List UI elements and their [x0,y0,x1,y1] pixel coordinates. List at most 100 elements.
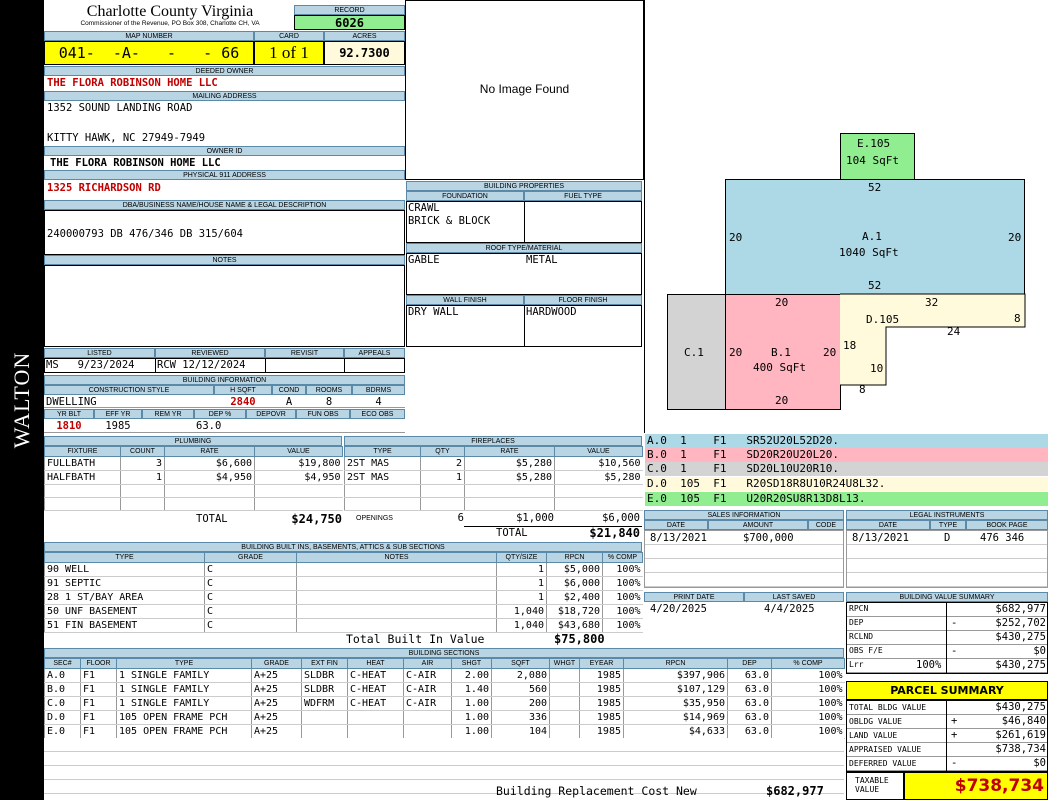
acres-value: 92.7300 [324,41,405,65]
cell: 3 [120,456,165,471]
sketch-label-e: E.105 [857,137,891,150]
cell: C-AIR [403,668,452,683]
vs-label: DEP [849,618,864,627]
cell: B.0 [44,682,81,697]
cell [301,710,348,725]
parcel-value: $46,840 [1001,715,1046,727]
col-header: FIXTURE [44,446,121,457]
cell: 63.0 [727,724,772,739]
last-saved: 4/4/2025 [764,603,815,615]
cond-value: A [285,396,293,408]
sketch-sqft-a: 1040 SqFt [839,246,899,259]
cell: C [204,590,297,605]
legal-bookpage-label: BOOK PAGE [966,520,1048,530]
cell: 1 SINGLE FAMILY [116,696,252,711]
legal-description-label: DBA/BUSINESS NAME/HOUSE NAME & LEGAL DES… [44,200,405,210]
sketch-sqft-b: 400 SqFt [753,361,806,374]
cell: 1,040 [496,604,547,619]
openings-value: $6,000 [602,512,640,524]
col-header: SEC# [44,658,81,669]
cell [549,710,580,725]
cond-label: COND [272,385,306,395]
cell: $6,600 [164,456,255,471]
sketch-dim: 18 [843,339,857,352]
table-row: 28 1 ST/BAY AREA C 1 $2,400 100% [44,590,643,605]
cell: C [204,562,297,577]
cell: $4,633 [623,724,728,739]
yrblt-label: YR BLT [44,409,94,419]
acres-label: ACRES [324,31,405,41]
col-header: FLOOR [80,658,117,669]
deeded-owner-label: DEEDED OWNER [44,66,405,76]
cell: 50 UNF BASEMENT [44,604,205,619]
cell: 100% [771,682,845,697]
cell: 28 1 ST/BAY AREA [44,590,205,605]
sections-empty-rows [44,738,844,800]
sketch-dim: 8 [859,383,866,396]
cell: $43,680 [546,618,603,633]
plumbing-table: FIXTURE COUNT RATE VALUE FULLBATH 3 $6,600 $19… [44,446,343,511]
col-header: TYPE [44,552,205,563]
sketch-area-d [840,293,1026,410]
commissioner-address: Commissioner of the Revenue, PO Box 308,… [80,20,260,27]
cell [120,497,165,511]
divider [946,602,947,674]
sketch-dim: 20 [823,346,837,359]
floor-finish: HARDWOOD [526,306,577,318]
cell: 336 [491,710,550,725]
sections-table: SEC# FLOOR TYPE GRADE EXT FIN HEAT AIR SHGT SQFT… [44,658,845,739]
cell: 63.0 [727,710,772,725]
map-number-label: MAP NUMBER [44,31,254,41]
cell: E.0 [44,724,81,739]
cell: $5,000 [546,562,603,577]
cell: 1985 [579,668,624,683]
legal-type-label: TYPE [930,520,966,530]
cell: 100% [602,590,643,605]
cell [549,724,580,739]
cell [44,497,121,511]
sales-amount-label: AMOUNT [708,520,808,530]
col-header: EYEAR [579,658,624,669]
sketch-sqft-e: 104 SqFt [846,154,899,167]
district-sidebar: WALTON [0,0,44,800]
table-row: 2ST MAS 2 $5,280 $10,560 [344,456,643,471]
print-date-label: PRINT DATE [644,592,744,602]
cell [296,590,497,605]
cell: $14,969 [623,710,728,725]
segment-row-c: C.0 1 F1 SD20L10U20R10. [645,462,1048,476]
vs-value: $252,702 [995,617,1046,629]
foundation-value2: BRICK & BLOCK [408,215,491,227]
cell: D.0 [44,710,81,725]
foundation-value1: CRAWL [408,202,440,214]
cell: F1 [80,668,117,683]
foundation-label: FOUNDATION [406,191,524,201]
sketch-dim: 20 [729,346,743,359]
cell: $5,280 [464,470,555,485]
fuel-type-label: FUEL TYPE [524,191,642,201]
map-number: 041- -A- - - 66 [44,41,254,65]
parcel-label: OBLDG VALUE [849,717,902,726]
sketch-label-b: B.1 [771,346,791,359]
cell: C [204,618,297,633]
cell: FULLBATH [44,456,121,471]
district-name: WALTON [9,351,34,449]
col-header: DEP [727,658,772,669]
cell: 1 SINGLE FAMILY [116,668,252,683]
parcel-label: APPRAISED VALUE [849,745,922,754]
last-saved-label: LAST SAVED [744,592,844,602]
cell: 63.0 [727,668,772,683]
deppct-label: DEP % [194,409,246,419]
table-row: 50 UNF BASEMENT C 1,040 $18,720 100% [44,604,643,619]
vs-value: $430,275 [995,659,1046,671]
building-info-title: BUILDING INFORMATION [44,375,405,385]
cell [403,724,452,739]
sketch-dim: 24 [947,325,961,338]
effyr-value: 1985 [105,420,131,432]
cell: 100% [602,562,643,577]
cell [296,618,497,633]
replacement-cost-label: Building Replacement Cost New [496,784,697,798]
cell: $19,800 [254,456,343,471]
cell: $107,129 [623,682,728,697]
cell: A+25 [251,724,302,739]
fireplaces-table: TYPE QTY RATE VALUE 2ST MAS 2 $5,280 $10,560 2… [344,446,643,511]
